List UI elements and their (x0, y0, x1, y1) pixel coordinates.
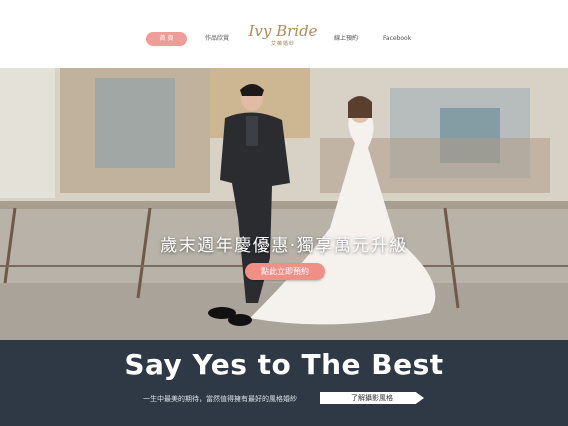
promo-text: 歲末週年慶優惠·獨享萬元升級 (160, 236, 408, 256)
nav-booking-link[interactable]: 線上預約 (334, 32, 358, 46)
nav-home-button[interactable]: 首 頁 (146, 32, 187, 46)
nav-works-link[interactable]: 作品欣賞 (205, 32, 229, 46)
logo-subtitle: 艾薇婚紗 (270, 41, 295, 47)
slogan-band: Say Yes to The Best 一生中最美的期待，當然值得擁有最好的風格… (0, 340, 568, 426)
brand-logo[interactable]: Ivy Bride 艾薇婚紗 (246, 22, 320, 56)
styles-button[interactable]: 了解攝影風格 (320, 392, 424, 404)
hero-banner: 歲末週年慶優惠·獨享萬元升級 點此立即預約 (0, 68, 568, 340)
logo-script: Ivy Bride (248, 22, 318, 40)
site-header: 首 頁 作品欣賞 Ivy Bride 艾薇婚紗 線上預約 Facebook (0, 0, 568, 68)
nav-facebook-link[interactable]: Facebook (383, 32, 411, 46)
slogan-tagline: 一生中最美的期待，當然值得擁有最好的風格婚紗 (143, 395, 297, 403)
booking-now-button[interactable]: 點此立即預約 (245, 263, 325, 280)
hero-photo (0, 68, 568, 340)
slogan-headline: Say Yes to The Best (124, 348, 444, 381)
